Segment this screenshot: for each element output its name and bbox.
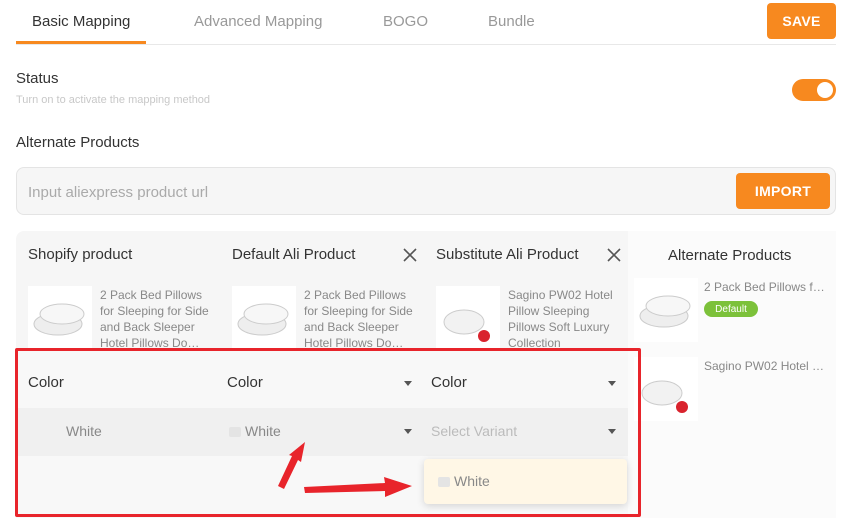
variant-dropdown-option[interactable]: White [424,459,627,504]
pillow-image [634,357,698,421]
chevron-down-icon[interactable] [404,381,412,386]
option-label: Color [28,374,64,391]
column-shopify-product: Shopify product [28,246,133,263]
shopify-variant-value: White [66,423,102,439]
column-substitute-ali-product: Substitute Ali Product [436,246,579,263]
variant-thumbnail [438,477,450,487]
status-toggle[interactable] [792,79,836,101]
default-option-select[interactable]: Color [227,374,263,391]
default-variant-select[interactable]: White [229,423,281,439]
column-alternate-products: Alternate Products [668,247,792,264]
tab-basic-mapping[interactable]: Basic Mapping [32,13,130,30]
toggle-knob [817,82,833,98]
variant-thumbnail [229,427,241,437]
tab-advanced-mapping[interactable]: Advanced Mapping [194,13,322,30]
default-ali-product-title: 2 Pack Bed Pillows for Sleeping for Side… [304,288,413,350]
default-variant-value: White [245,423,281,439]
pillow-image [436,286,500,350]
tab-bundle[interactable]: Bundle [488,13,535,30]
column-default-ali-product: Default Ali Product [232,246,356,263]
close-icon[interactable] [606,247,622,263]
alternate-product-name: Sagino PW02 Hotel … [704,359,825,373]
aliexpress-url-input[interactable] [28,181,628,203]
tab-bar: Basic Mapping Advanced Mapping BOGO Bund… [16,0,836,45]
alternate-product-name: 2 Pack Bed Pillows f… [704,280,825,294]
shopify-product-title: 2 Pack Bed Pillows for Sleeping for Side… [100,288,209,350]
chevron-down-icon[interactable] [608,429,616,434]
dropdown-option[interactable]: White [438,473,490,489]
chevron-down-icon[interactable] [404,429,412,434]
import-button[interactable]: IMPORT [736,173,830,209]
substitute-option-select[interactable]: Color [431,374,467,391]
default-badge: Default [704,301,758,317]
pillow-image [634,278,698,342]
save-button[interactable]: SAVE [767,3,836,39]
close-icon[interactable] [402,247,418,263]
pillow-image [232,286,296,350]
substitute-variant-select[interactable]: Select Variant [431,423,517,439]
dropdown-option-label: White [454,473,490,489]
alternate-products-title: Alternate Products [16,134,140,151]
status-subtitle: Turn on to activate the mapping method [16,94,211,106]
pillow-image [28,286,92,350]
url-input-box [16,167,836,215]
substitute-ali-product-title: Sagino PW02 Hotel Pillow Sleeping Pillow… [508,288,613,350]
variant-row [16,408,628,456]
status-title: Status [16,70,59,87]
chevron-down-icon[interactable] [608,381,616,386]
tab-bogo[interactable]: BOGO [383,13,428,30]
active-tab-indicator [16,41,146,44]
